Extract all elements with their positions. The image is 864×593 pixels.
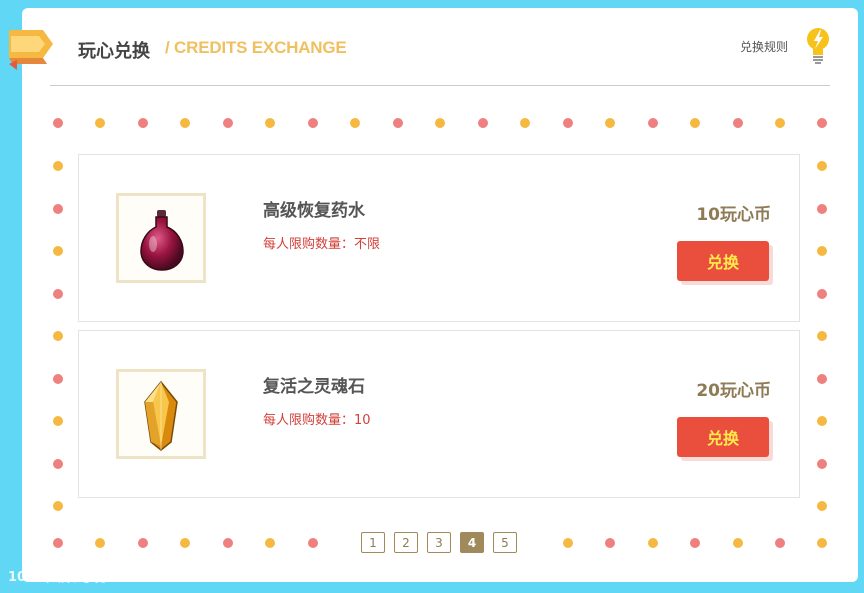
decorative-dot (817, 331, 827, 341)
decorative-dot (53, 161, 63, 171)
purchase-limit: 每人限购数量：10 (263, 409, 371, 428)
decorative-dot (53, 289, 63, 299)
header-divider (50, 85, 830, 86)
decorative-dot (223, 118, 233, 128)
decorative-dot (648, 118, 658, 128)
decorative-dot (308, 118, 318, 128)
decorative-dot (265, 538, 275, 548)
item-price: 10玩心币 (696, 205, 771, 225)
decorative-dot (138, 118, 148, 128)
decorative-dot (605, 538, 615, 548)
decorative-dot (53, 331, 63, 341)
decorative-dot (563, 538, 573, 548)
decorative-dot (95, 538, 105, 548)
decorative-dot (690, 118, 700, 128)
decorative-dot (265, 118, 275, 128)
decorative-dot (350, 118, 360, 128)
decorative-dot (53, 204, 63, 214)
lightbulb-icon[interactable] (805, 27, 831, 67)
decorative-dot (817, 416, 827, 426)
page-title: 玩心兑换 (78, 41, 150, 62)
decorative-dot (53, 374, 63, 384)
decorative-dot (817, 501, 827, 511)
item-thumbnail (116, 193, 206, 283)
page-button-2[interactable]: 2 (394, 532, 418, 553)
page-subtitle: / CREDITS EXCHANGE (165, 38, 347, 57)
decorative-dot (478, 118, 488, 128)
exchange-button[interactable]: 兑换 (677, 417, 769, 457)
decorative-dot (95, 118, 105, 128)
decorative-dot (817, 374, 827, 384)
svg-text:10: 10 (8, 570, 26, 585)
watermark-logo-icon: 10 (8, 568, 42, 585)
decorative-dot (308, 538, 318, 548)
decorative-dot (53, 538, 63, 548)
decorative-dot (180, 538, 190, 548)
decorative-dot (53, 118, 63, 128)
decorative-dot (817, 538, 827, 548)
page-button-4[interactable]: 4 (460, 532, 484, 553)
soul-gem-icon (144, 380, 178, 451)
decorative-dot (53, 246, 63, 256)
decorative-dot (53, 501, 63, 511)
decorative-dot (393, 118, 403, 128)
decorative-dot (180, 118, 190, 128)
decorative-dot (53, 416, 63, 426)
decorative-dot (817, 118, 827, 128)
decorative-dot (775, 118, 785, 128)
decorative-dot (605, 118, 615, 128)
page-button-1[interactable]: 1 (361, 532, 385, 553)
page-button-3[interactable]: 3 (427, 532, 451, 553)
exchange-item: 高级恢复药水 每人限购数量：不限 10玩心币 兑换 (78, 154, 800, 322)
page-button-5[interactable]: 5 (493, 532, 517, 553)
decorative-dot (733, 118, 743, 128)
item-price: 20玩心币 (696, 381, 771, 401)
exchange-button[interactable]: 兑换 (677, 241, 769, 281)
decorative-dot (648, 538, 658, 548)
decorative-dot (435, 118, 445, 128)
item-name: 复活之灵魂石 (263, 377, 365, 397)
decorative-dot (733, 538, 743, 548)
decorative-dot (520, 118, 530, 128)
ribbon-icon (9, 30, 53, 70)
watermark: 10 大数跨境 (8, 565, 106, 586)
decorative-dot (690, 538, 700, 548)
decorative-dot (775, 538, 785, 548)
decorative-dot (53, 459, 63, 469)
potion-bottle-icon (140, 210, 184, 271)
decorative-dot (817, 459, 827, 469)
decorative-dot (817, 204, 827, 214)
purchase-limit-label: 每人限购数量： (263, 413, 355, 428)
decorative-dot (817, 289, 827, 299)
decorative-dot (817, 246, 827, 256)
item-name: 高级恢复药水 (263, 201, 365, 221)
purchase-limit-value: 10 (354, 413, 371, 428)
purchase-limit-value: 不限 (354, 237, 381, 252)
decorative-dot (817, 161, 827, 171)
exchange-rules-link[interactable]: 兑换规则 (740, 38, 788, 55)
purchase-limit-label: 每人限购数量： (263, 237, 355, 252)
decorative-dot (223, 538, 233, 548)
item-thumbnail (116, 369, 206, 459)
watermark-text: 大数跨境 (46, 567, 107, 585)
decorative-dot (138, 538, 148, 548)
purchase-limit: 每人限购数量：不限 (263, 233, 380, 252)
exchange-item: 复活之灵魂石 每人限购数量：10 20玩心币 兑换 (78, 330, 800, 498)
decorative-dot (563, 118, 573, 128)
